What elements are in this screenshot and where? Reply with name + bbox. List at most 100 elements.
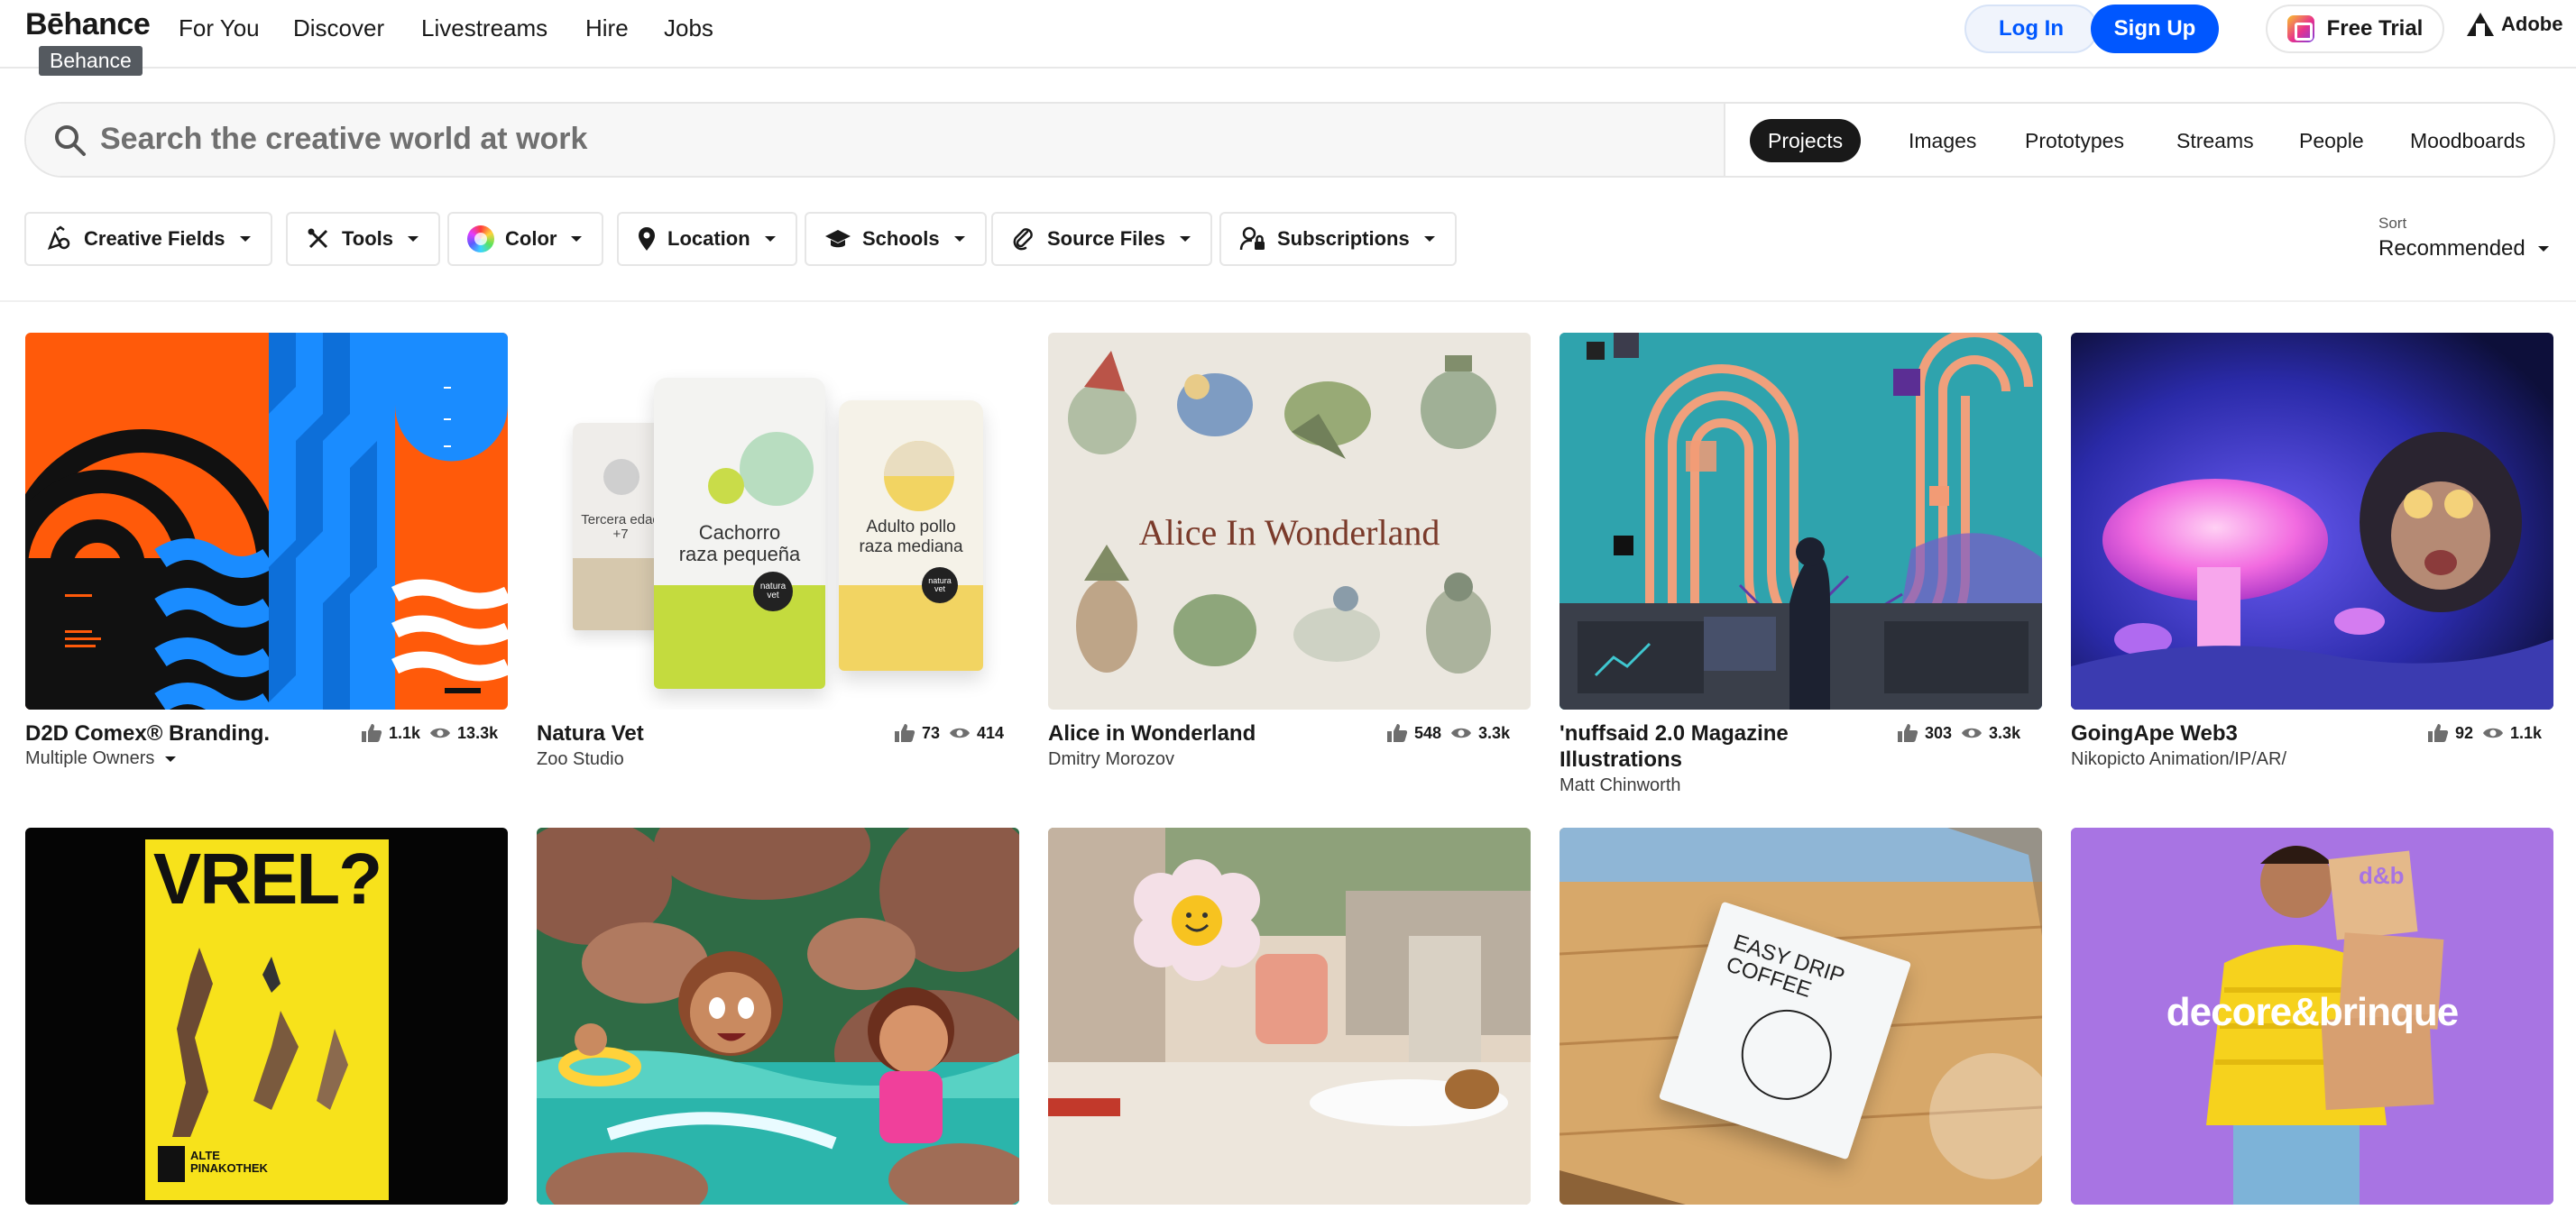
filter-label: Schools	[862, 227, 940, 250]
login-button[interactable]: Log In	[1964, 5, 2098, 53]
top-navigation: Bēhance For You Discover Livestreams Hir…	[0, 0, 2576, 69]
divider	[0, 300, 2576, 302]
filter-location[interactable]: Location	[617, 212, 797, 266]
filter-label: Tools	[342, 227, 394, 250]
project-cover-image	[25, 333, 508, 710]
project-thumbnail[interactable]	[2071, 333, 2553, 710]
scope-tab-moodboards[interactable]: Moodboards	[2392, 119, 2544, 162]
project-cover-image	[537, 828, 1019, 1205]
filter-subscriptions[interactable]: Subscriptions	[1219, 212, 1457, 266]
nav-link-for-you[interactable]: For You	[179, 14, 260, 42]
caret-down-icon	[408, 236, 419, 242]
project-thumbnail[interactable]: VREL? ALTE PINAKOTHEK	[25, 828, 508, 1205]
filter-schools[interactable]: Schools	[805, 212, 987, 266]
subscriptions-icon	[1239, 226, 1265, 251]
thumbs-up-icon	[895, 724, 915, 742]
free-trial-label: Free Trial	[2326, 16, 2424, 41]
project-cover-image	[2071, 333, 2553, 710]
project-stats: 73 414	[894, 723, 1004, 743]
scope-tab-streams[interactable]: Streams	[2158, 119, 2272, 162]
project-thumbnail[interactable]: Tercera edad +7 Cachorro raza pequeña nat…	[537, 333, 1019, 710]
project-thumbnail[interactable]	[25, 333, 508, 710]
project-owner[interactable]: Matt Chinworth	[1559, 775, 1681, 796]
packet-text: EASY DRIP COFFEE	[1723, 930, 1848, 1003]
creative-cloud-icon	[2286, 15, 2314, 42]
filter-label: Subscriptions	[1277, 227, 1410, 250]
nav-link-hire[interactable]: Hire	[585, 14, 629, 42]
behance-logo[interactable]: Bēhance	[25, 7, 151, 42]
project-stats: 1.1k 13.3k	[361, 723, 498, 743]
project-stats: 92 1.1k	[2427, 723, 2542, 743]
project-owner[interactable]: Nikopicto Animation/IP/AR/	[2071, 749, 2286, 770]
filter-label: Creative Fields	[84, 227, 225, 250]
thumbs-up-icon	[2428, 724, 2449, 742]
brand-wordmark: decore&brinque	[2166, 990, 2459, 1034]
project-title[interactable]: 'nuffsaid 2.0 Magazine Illustrations	[1559, 720, 1857, 773]
caret-down-icon	[1179, 236, 1191, 242]
project-owner[interactable]: Dmitry Morozov	[1048, 749, 1174, 770]
project-thumbnail[interactable]: d&b decore&brinque	[2071, 828, 2553, 1205]
filter-label: Location	[667, 227, 750, 250]
caret-down-icon	[953, 236, 965, 242]
project-thumbnail[interactable]	[537, 828, 1019, 1205]
location-pin-icon	[639, 227, 655, 251]
project-owner[interactable]: Zoo Studio	[537, 749, 624, 770]
thumbs-up-icon	[1898, 724, 1918, 742]
graduation-cap-icon	[825, 230, 851, 248]
project-title[interactable]: Alice in Wonderland	[1048, 720, 1256, 747]
caret-down-icon	[239, 236, 251, 242]
project-thumbnail[interactable]: EASY DRIP COFFEE	[1559, 828, 2042, 1205]
thumbs-up-icon	[1387, 724, 1408, 742]
project-thumbnail[interactable]	[1048, 828, 1531, 1205]
caret-down-icon	[1423, 236, 1435, 242]
bag-label: Tercera edad +7	[581, 512, 660, 542]
filter-color[interactable]: Color	[447, 212, 604, 266]
sort-label: Sort	[2378, 215, 2407, 232]
project-owner[interactable]: Multiple Owners	[25, 748, 177, 769]
product-bag: Adulto pollo raza mediana natura vet	[839, 400, 983, 671]
thumbs-up-icon	[362, 724, 382, 742]
filter-source-files[interactable]: Source Files	[991, 212, 1212, 266]
scope-tab-images[interactable]: Images	[1891, 119, 1994, 162]
filter-label: Source Files	[1047, 227, 1165, 250]
project-title[interactable]: GoingApe Web3	[2071, 720, 2238, 747]
caret-down-icon	[571, 236, 583, 242]
project-title[interactable]: D2D Comex® Branding.	[25, 720, 270, 747]
poster: VREL? ALTE PINAKOTHEK	[145, 839, 389, 1200]
natura-logo: natura vet	[922, 567, 958, 603]
filter-creative-fields[interactable]: Creative Fields	[24, 212, 272, 266]
tools-icon	[308, 228, 328, 249]
nav-link-livestreams[interactable]: Livestreams	[421, 14, 547, 42]
nav-link-jobs[interactable]: Jobs	[664, 14, 713, 42]
filter-tools[interactable]: Tools	[286, 212, 441, 266]
search-bar: Search the creative world at work Projec…	[24, 102, 2555, 178]
project-stats: 303 3.3k	[1897, 723, 2020, 743]
project-thumbnail[interactable]	[1559, 333, 2042, 710]
sort-dropdown[interactable]: Recommended	[2378, 236, 2549, 261]
product-bag: Cachorro raza pequeña natura vet	[654, 378, 825, 689]
product-bag: Tercera edad +7	[573, 423, 663, 630]
free-trial-button[interactable]: Free Trial	[2266, 5, 2444, 53]
filter-label: Color	[505, 227, 557, 250]
eye-icon	[1962, 728, 1983, 738]
natura-logo: natura vet	[753, 572, 793, 611]
project-thumbnail[interactable]: Alice In Wonderland	[1048, 333, 1531, 710]
project-cover-image	[1048, 828, 1531, 1205]
caret-down-icon	[764, 236, 776, 242]
scope-tab-projects[interactable]: Projects	[1750, 119, 1862, 162]
signup-button[interactable]: Sign Up	[2091, 5, 2219, 53]
poster-title: VREL?	[152, 839, 382, 919]
caret-down-icon	[2537, 246, 2549, 252]
search-placeholder: Search the creative world at work	[100, 122, 588, 156]
search-icon	[55, 125, 86, 156]
project-title[interactable]: Natura Vet	[537, 720, 644, 747]
paperclip-icon	[1013, 228, 1033, 251]
cover-title: Alice In Wonderland	[1138, 512, 1440, 553]
scope-tab-prototypes[interactable]: Prototypes	[2007, 119, 2142, 162]
scope-tab-people[interactable]: People	[2281, 119, 2382, 162]
search-input[interactable]: Search the creative world at work	[26, 104, 1725, 176]
nav-link-discover[interactable]: Discover	[293, 14, 384, 42]
adobe-link[interactable]: Adobe	[2467, 13, 2562, 36]
adobe-logo-icon	[2467, 13, 2494, 36]
eye-icon	[2483, 728, 2504, 738]
